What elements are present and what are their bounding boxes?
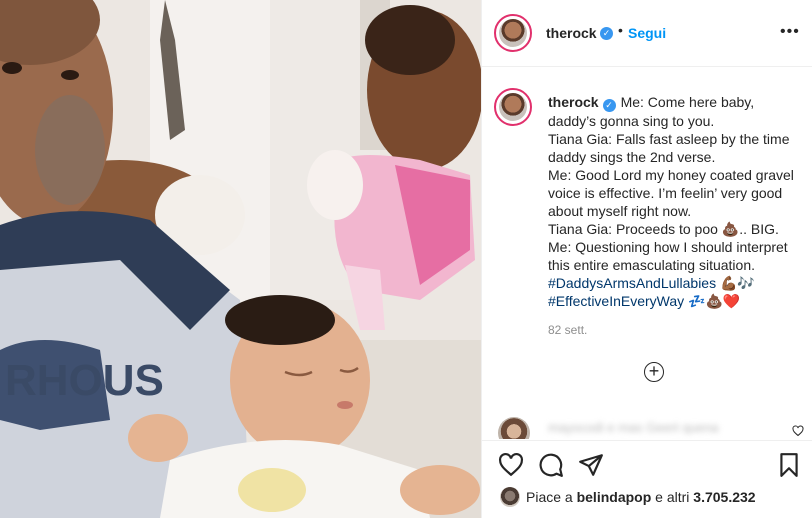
caption-area: therock ✓ Me: Come here baby, daddy’s gonn… bbox=[482, 66, 812, 411]
post-header: therock ✓ • Segui ••• bbox=[482, 0, 812, 67]
photo-illustration: RHOUS bbox=[0, 0, 481, 518]
caption-hashtag-line: #EffectiveInEveryWay 💤💩❤️ bbox=[548, 292, 810, 310]
liker-username[interactable]: belindapop bbox=[577, 489, 652, 505]
hashtag-link[interactable]: #DaddysArmsAndLullabies bbox=[548, 275, 716, 291]
likes-count[interactable]: 3.705.232 bbox=[693, 489, 755, 505]
verified-badge-icon: ✓ bbox=[602, 99, 616, 112]
small-heart-icon[interactable] bbox=[792, 425, 804, 437]
caption-line: Me: Come here baby, bbox=[620, 94, 755, 110]
comment-text: mayocodi e mas Geert quena bbox=[548, 420, 719, 435]
paper-plane-icon[interactable] bbox=[578, 452, 604, 478]
likes-summary: Piace a belindapop e altri 3.705.232 bbox=[482, 484, 812, 510]
caption-line: this entire emasculating situation. bbox=[548, 257, 755, 273]
caption-avatar[interactable] bbox=[494, 88, 532, 126]
caption-line: Tiana Gia: Proceeds to poo 💩.. BIG. bbox=[548, 221, 779, 237]
caption-line: Me: Good Lord my honey coated gravel bbox=[548, 167, 794, 183]
caption-line: daddy sings the 2nd verse. bbox=[548, 149, 716, 165]
caption-line: Tiana Gia: Falls fast asleep by the time bbox=[548, 131, 790, 147]
post-side-panel: therock ✓ • Segui ••• therock ✓ Me: Come h… bbox=[481, 0, 812, 518]
instagram-post: RHOUS therock ✓ • Segui ••• therock ✓ Me… bbox=[0, 0, 812, 518]
more-options-icon[interactable]: ••• bbox=[780, 23, 800, 41]
post-photo[interactable]: RHOUS bbox=[0, 0, 481, 518]
post-timestamp[interactable]: 82 sett. bbox=[548, 323, 587, 337]
header-username[interactable]: therock bbox=[546, 25, 597, 41]
caption-username[interactable]: therock bbox=[548, 94, 599, 110]
caption-line: Me: Questioning how I should interpret bbox=[548, 239, 788, 255]
svg-text:RHOUS: RHOUS bbox=[5, 356, 164, 405]
caption-line: voice is effective. I’m feelin’ very goo… bbox=[548, 185, 783, 201]
profile-avatar[interactable] bbox=[494, 14, 532, 52]
caption-hashtag-line: #DaddysArmsAndLullabies 💪🏾🎶 bbox=[548, 274, 810, 292]
comment-icon[interactable] bbox=[538, 452, 564, 478]
hashtag-emoji: 💪🏾🎶 bbox=[719, 275, 755, 291]
caption-line: daddy’s gonna sing to you. bbox=[548, 113, 715, 129]
follow-button[interactable]: Segui bbox=[628, 25, 666, 41]
likes-connector: e altri bbox=[655, 489, 690, 505]
plus-circle-icon[interactable]: + bbox=[644, 362, 664, 382]
action-bar bbox=[482, 440, 812, 487]
bookmark-icon[interactable] bbox=[776, 452, 802, 478]
heart-icon[interactable] bbox=[498, 452, 524, 478]
comment-avatar[interactable] bbox=[498, 417, 530, 439]
hashtag-emoji: 💤💩❤️ bbox=[688, 293, 741, 309]
likes-text: Piace a belindapop e altri 3.705.232 bbox=[526, 489, 756, 505]
hashtag-link[interactable]: #EffectiveInEveryWay bbox=[548, 293, 684, 309]
caption-line: about myself right now. bbox=[548, 203, 692, 219]
likes-prefix: Piace a bbox=[526, 489, 573, 505]
caption: therock ✓ Me: Come here baby, daddy’s gonn… bbox=[548, 93, 810, 310]
comment-row: mayocodi e mas Geert quena bbox=[482, 411, 812, 439]
liker-avatar[interactable] bbox=[500, 487, 520, 507]
verified-badge-icon: ✓ bbox=[600, 27, 613, 40]
header-separator: • bbox=[618, 22, 623, 38]
